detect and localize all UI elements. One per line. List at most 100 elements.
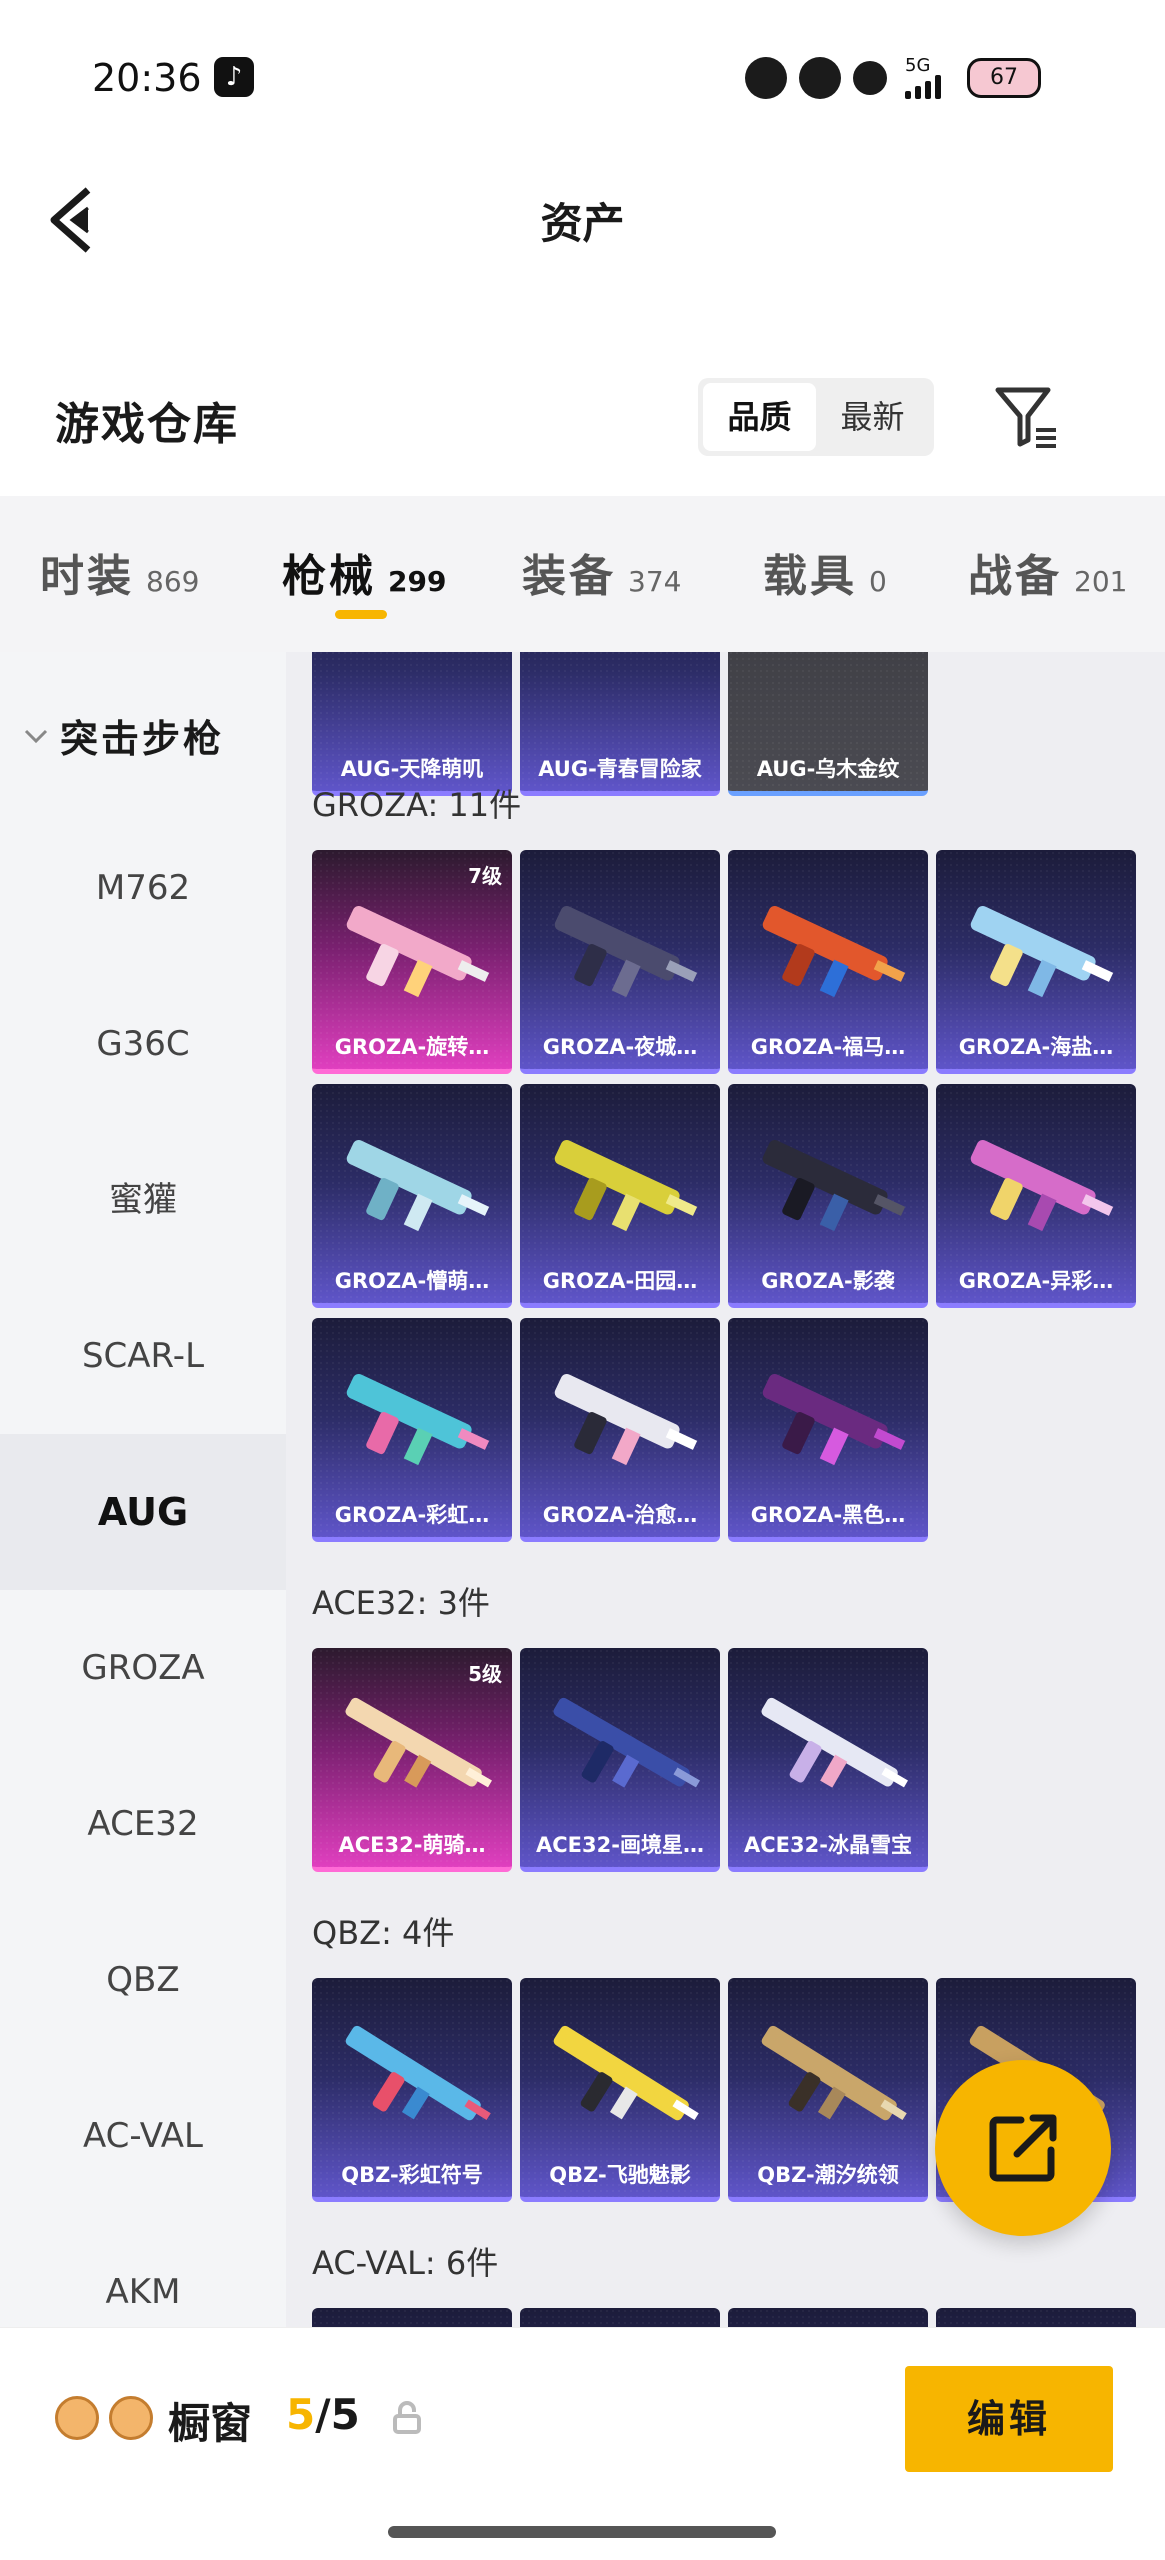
- tab-vehicles[interactable]: 载具 0: [763, 540, 887, 604]
- rifle-icon: [346, 1373, 490, 1466]
- sidebar-item-qbz[interactable]: QBZ: [0, 1902, 286, 2058]
- showcase-total: /5: [315, 2390, 360, 2439]
- skin-name: ACE32-冰晶雪宝: [744, 1833, 912, 1857]
- skin-card[interactable]: [520, 2308, 720, 2327]
- tab-count: 201: [1074, 565, 1128, 598]
- lock-icon: [393, 2401, 421, 2434]
- skin-card[interactable]: AUG-青春冒险家: [520, 652, 720, 796]
- share-button[interactable]: [935, 2060, 1111, 2236]
- skin-card[interactable]: GROZA-海盐…: [936, 850, 1136, 1074]
- sidebar-item-ace32[interactable]: ACE32: [0, 1746, 286, 1902]
- sidebar-item-akm[interactable]: AKM: [0, 2214, 286, 2327]
- sort-newest-button[interactable]: 最新: [816, 383, 929, 451]
- skin-name: GROZA-影袭: [761, 1269, 895, 1293]
- tab-fashion[interactable]: 时装 869: [40, 540, 199, 604]
- status-icons: 5G 67: [745, 50, 1041, 106]
- skin-name: GROZA-福马…: [750, 1035, 906, 1059]
- rifle-icon: [762, 1373, 906, 1466]
- sidebar-item-scar-l[interactable]: SCAR-L: [0, 1278, 286, 1434]
- skin-card[interactable]: GROZA-治愈…: [520, 1318, 720, 1542]
- rifle-icon: [970, 1139, 1114, 1232]
- skin-name: GROZA-夜城…: [542, 1035, 698, 1059]
- bear-app-icon: [799, 57, 841, 99]
- showcase-bar: 橱窗 5/5 编辑: [0, 2327, 1165, 2560]
- signal-icon: 5G: [905, 57, 941, 99]
- tab-equipment[interactable]: 装备 374: [522, 540, 681, 604]
- skin-card[interactable]: GROZA-福马…: [728, 850, 928, 1074]
- sort-quality-button[interactable]: 品质: [703, 383, 816, 451]
- skin-card[interactable]: [312, 2308, 512, 2327]
- category-tabs: 时装 869 枪械 299 装备 374 载具 0 战备 201: [0, 496, 1165, 652]
- section-title-qbz: QBZ: 4件: [312, 1914, 455, 1952]
- tab-guns[interactable]: 枪械 299: [282, 540, 446, 604]
- sidebar-group-assault-rifles[interactable]: 突击步枪: [22, 708, 224, 763]
- sidebar-item-g36c[interactable]: G36C: [0, 966, 286, 1122]
- skin-name: ACE32-画境星…: [536, 1833, 704, 1857]
- skin-card[interactable]: GROZA-懵萌…: [312, 1084, 512, 1308]
- rifle-icon: [554, 1139, 698, 1232]
- sidebar-item-honey-badger[interactable]: 蜜獾: [0, 1122, 286, 1278]
- flower-app-icon: [745, 57, 787, 99]
- filter-button[interactable]: [992, 382, 1062, 452]
- skin-card[interactable]: GROZA-黑色…: [728, 1318, 928, 1542]
- sidebar-item-ac-val[interactable]: AC-VAL: [0, 2058, 286, 2214]
- skin-card[interactable]: GROZA-彩虹…: [312, 1318, 512, 1542]
- showcase-avatars: [55, 2396, 153, 2440]
- tab-count: 0: [869, 565, 887, 598]
- skin-card[interactable]: GROZA-影袭: [728, 1084, 928, 1308]
- page-title: 资产: [540, 199, 625, 248]
- active-tab-indicator: [335, 610, 387, 619]
- skin-name: GROZA-懵萌…: [334, 1269, 490, 1293]
- skin-card[interactable]: QBZ-飞驰魅影: [520, 1978, 720, 2202]
- tab-label: 时装: [40, 551, 134, 602]
- skin-name: AUG-天降萌叽: [340, 757, 484, 781]
- skin-card[interactable]: QBZ-彩虹符号: [312, 1978, 512, 2202]
- skin-card[interactable]: QBZ-潮汐统领: [728, 1978, 928, 2202]
- rifle-icon: [762, 1139, 906, 1232]
- skin-name: GROZA-治愈…: [542, 1503, 698, 1527]
- skin-card[interactable]: GROZA-田园…: [520, 1084, 720, 1308]
- showcase-current: 5: [286, 2390, 316, 2439]
- tab-label: 载具: [763, 551, 857, 602]
- skin-card[interactable]: [936, 2308, 1136, 2327]
- filter-icon: [995, 387, 1056, 448]
- tab-count: 869: [146, 565, 200, 598]
- home-indicator: [388, 2526, 776, 2538]
- sidebar-item-m762[interactable]: M762: [0, 810, 286, 966]
- rifle-icon: [553, 2025, 699, 2121]
- skin-card[interactable]: ACE32-画境星…: [520, 1648, 720, 1872]
- tab-supplies[interactable]: 战备 201: [968, 540, 1127, 604]
- skin-name: ACE32-萌骑…: [338, 1833, 486, 1857]
- sidebar-item-groza[interactable]: GROZA: [0, 1590, 286, 1746]
- skin-card[interactable]: GROZA-异彩…: [936, 1084, 1136, 1308]
- weapon-type-sidebar: 突击步枪 M762 G36C 蜜獾 SCAR-L AUG GROZA ACE32…: [0, 652, 286, 2327]
- section-title-ace32: ACE32: 3件: [312, 1584, 490, 1622]
- skin-name: AUG-乌木金纹: [756, 757, 900, 781]
- sort-toggle: 品质 最新: [698, 378, 934, 456]
- skin-card[interactable]: ACE32-冰晶雪宝: [728, 1648, 928, 1872]
- sidebar-item-aug[interactable]: AUG: [0, 1434, 286, 1590]
- rifle-icon: [554, 1373, 698, 1466]
- tab-label: 装备: [522, 551, 616, 602]
- skin-name: QBZ-潮汐统领: [757, 2163, 899, 2187]
- edit-button[interactable]: 编辑: [905, 2366, 1113, 2472]
- rifle-icon: [346, 905, 490, 998]
- rifle-icon: [346, 1139, 490, 1232]
- skin-card[interactable]: [728, 2308, 928, 2327]
- showcase-count: 5/5: [286, 2390, 360, 2439]
- tiktok-icon: ♪: [214, 57, 254, 97]
- showcase-label: 橱窗: [168, 2399, 253, 2448]
- status-time: 20:36: [92, 56, 202, 100]
- level-badge: 5级: [468, 1662, 502, 1686]
- skin-card[interactable]: GROZA-夜城…: [520, 850, 720, 1074]
- skin-card[interactable]: 5级 ACE32-萌骑…: [312, 1648, 512, 1872]
- rifle-icon: [345, 1697, 492, 1788]
- skin-card[interactable]: AUG-乌木金纹: [728, 652, 928, 796]
- warehouse-title: 游戏仓库: [55, 399, 239, 450]
- skin-card[interactable]: AUG-天降萌叽: [312, 652, 512, 796]
- battery-icon: 67: [967, 58, 1041, 98]
- skin-name: GROZA-异彩…: [958, 1269, 1114, 1293]
- rifle-icon: [761, 2025, 907, 2121]
- skin-card[interactable]: 7级 GROZA-旋转…: [312, 850, 512, 1074]
- skin-name: GROZA-海盐…: [958, 1035, 1114, 1059]
